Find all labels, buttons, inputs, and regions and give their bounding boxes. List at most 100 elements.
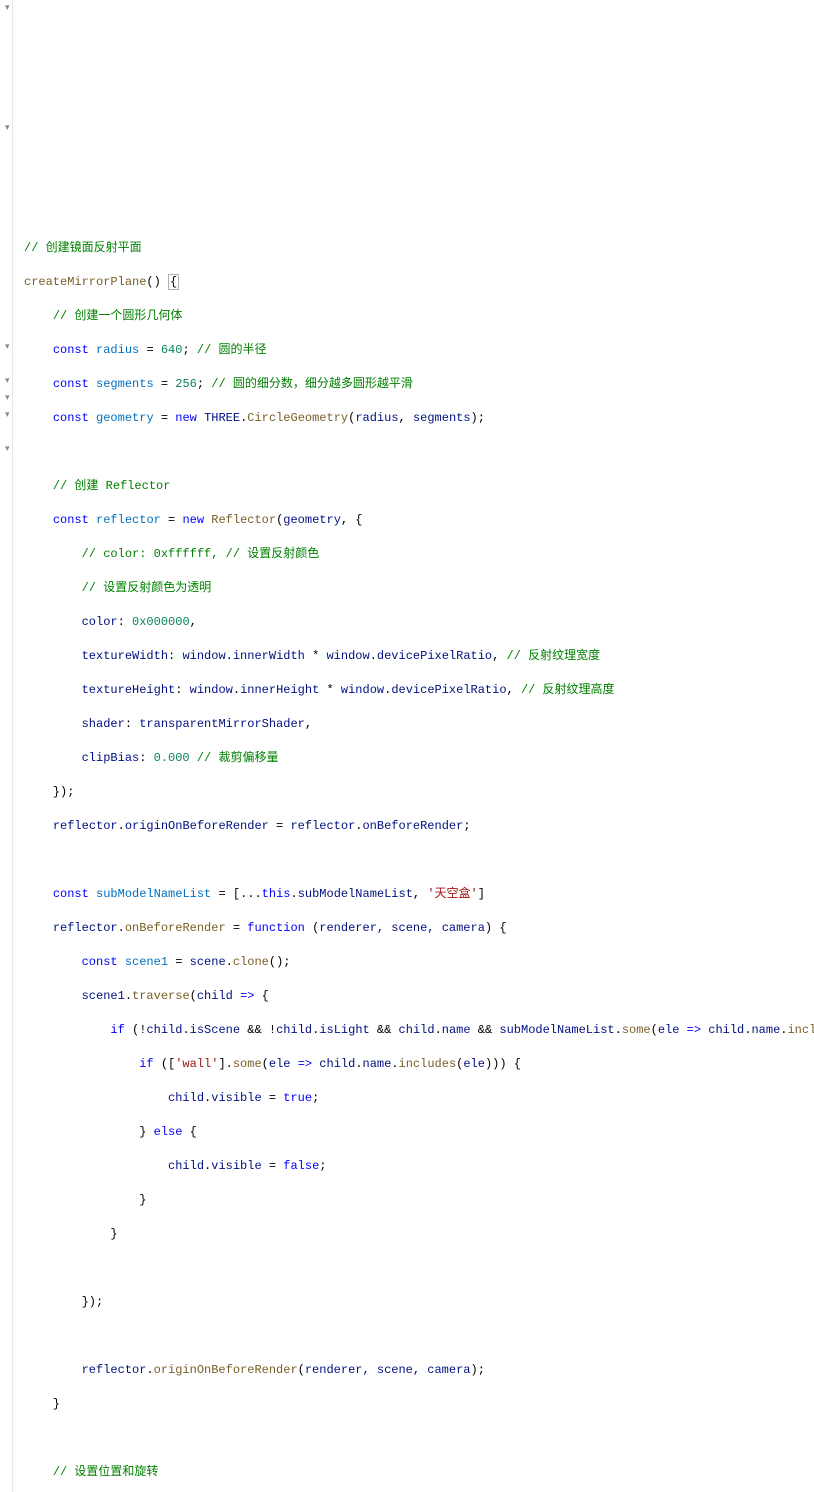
- prop: devicePixelRatio: [377, 649, 492, 663]
- fold-caret-icon[interactable]: ▾: [5, 339, 10, 356]
- comment: // 设置位置和旋转: [53, 1465, 159, 1479]
- var: child: [399, 1023, 435, 1037]
- comment: // 创建一个圆形几何体: [53, 309, 183, 323]
- fold-caret-icon[interactable]: ▾: [5, 407, 10, 424]
- comment: // 创建镜面反射平面: [24, 241, 142, 255]
- prop: innerWidth: [233, 649, 305, 663]
- spread: ...: [240, 887, 262, 901]
- func-name: createMirrorPlane: [24, 275, 146, 289]
- comment: // 设置反射颜色为透明: [82, 581, 212, 595]
- var: scene1: [125, 955, 168, 969]
- var: scene1: [82, 989, 125, 1003]
- keyword: const: [53, 513, 89, 527]
- fold-caret-icon[interactable]: ▾: [5, 373, 10, 390]
- keyword: const: [53, 343, 89, 357]
- arg: ele: [463, 1057, 485, 1071]
- keyword: false: [283, 1159, 319, 1173]
- keyword: const: [53, 377, 89, 391]
- args: renderer, scene, camera: [305, 1363, 471, 1377]
- obj: window: [326, 649, 369, 663]
- var: radius: [96, 343, 139, 357]
- keyword: const: [53, 887, 89, 901]
- class: CircleGeometry: [247, 411, 348, 425]
- fold-guide: [12, 0, 20, 1492]
- method: some: [233, 1057, 262, 1071]
- code-editor[interactable]: // 创建镜面反射平面 createMirrorPlane() { // 创建一…: [24, 223, 812, 1492]
- method: originOnBeforeRender: [154, 1363, 298, 1377]
- comment: // 创建 Reflector: [53, 479, 171, 493]
- class: Reflector: [211, 513, 276, 527]
- obj: window: [341, 683, 384, 697]
- var: reflector: [96, 513, 161, 527]
- obj: window: [190, 683, 233, 697]
- var: reflector: [290, 819, 355, 833]
- method: traverse: [132, 989, 190, 1003]
- prop: originOnBeforeRender: [125, 819, 269, 833]
- arg: radius: [355, 411, 398, 425]
- comment: // 反射纹理高度: [521, 683, 615, 697]
- prop: onBeforeRender: [125, 921, 226, 935]
- num: 0x000000: [132, 615, 190, 629]
- prop: name: [363, 1057, 392, 1071]
- var: child: [708, 1023, 744, 1037]
- var: child: [168, 1159, 204, 1173]
- prop: textureHeight: [82, 683, 176, 697]
- prop: innerHeight: [240, 683, 319, 697]
- string: '天空盒': [427, 887, 477, 901]
- comment: // 反射纹理宽度: [507, 649, 601, 663]
- keyword: new: [182, 513, 204, 527]
- num: 640: [161, 343, 183, 357]
- arg: segments: [413, 411, 471, 425]
- prop: name: [751, 1023, 780, 1037]
- prop: visible: [211, 1159, 261, 1173]
- prop: shader: [82, 717, 125, 731]
- prop: isLight: [319, 1023, 369, 1037]
- obj: window: [182, 649, 225, 663]
- param: child: [197, 989, 233, 1003]
- keyword: if: [110, 1023, 124, 1037]
- fold-caret-icon[interactable]: ▾: [5, 390, 10, 407]
- keyword: const: [53, 411, 89, 425]
- keyword: true: [283, 1091, 312, 1105]
- keyword: else: [154, 1125, 183, 1139]
- prop: textureWidth: [82, 649, 168, 663]
- val: transparentMirrorShader: [139, 717, 305, 731]
- prop: devicePixelRatio: [391, 683, 506, 697]
- prop: name: [442, 1023, 471, 1037]
- keyword: this: [262, 887, 291, 901]
- comment: // 圆的半径: [197, 343, 267, 357]
- var: scene: [190, 955, 226, 969]
- ns: THREE: [204, 411, 240, 425]
- prop: color: [82, 615, 118, 629]
- var: reflector: [53, 921, 118, 935]
- params: renderer, scene, camera: [319, 921, 485, 935]
- prop: onBeforeRender: [362, 819, 463, 833]
- prop: visible: [211, 1091, 261, 1105]
- param: ele: [269, 1057, 291, 1071]
- var: geometry: [96, 411, 154, 425]
- comment: // color: 0xffffff, // 设置反射颜色: [82, 547, 320, 561]
- method: clone: [233, 955, 269, 969]
- var: subModelNameList: [499, 1023, 614, 1037]
- prop: clipBias: [82, 751, 140, 765]
- keyword: new: [175, 411, 197, 425]
- keyword: if: [139, 1057, 153, 1071]
- keyword: function: [247, 921, 305, 935]
- method: some: [622, 1023, 651, 1037]
- arg: geometry: [283, 513, 341, 527]
- fold-caret-icon[interactable]: ▾: [5, 0, 10, 17]
- prop: isScene: [190, 1023, 240, 1037]
- prop: subModelNameList: [298, 887, 413, 901]
- param: ele: [658, 1023, 680, 1037]
- var: subModelNameList: [96, 887, 211, 901]
- keyword: const: [82, 955, 118, 969]
- method: includes: [787, 1023, 814, 1037]
- comment: // 裁剪偏移量: [197, 751, 279, 765]
- var: child: [146, 1023, 182, 1037]
- fold-caret-icon[interactable]: ▾: [5, 441, 10, 458]
- var: child: [276, 1023, 312, 1037]
- num: 256: [175, 377, 197, 391]
- var: reflector: [53, 819, 118, 833]
- fold-caret-icon[interactable]: ▾: [5, 120, 10, 137]
- var: child: [319, 1057, 355, 1071]
